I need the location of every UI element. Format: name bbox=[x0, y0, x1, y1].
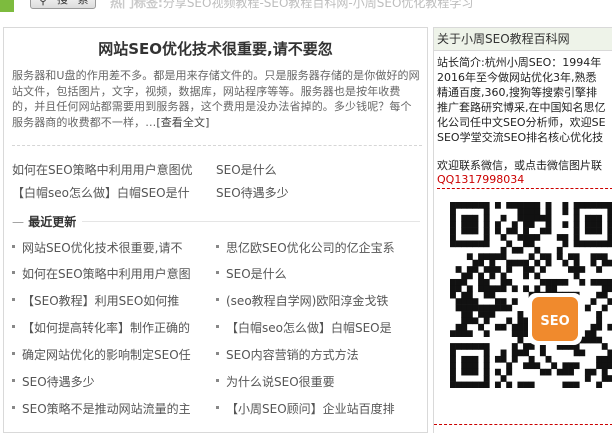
bullet-icon bbox=[216, 298, 219, 301]
divider bbox=[12, 145, 422, 146]
list-item-label: 【白帽seo怎么做】白帽SEO是 bbox=[226, 321, 392, 335]
list-item-label: 【SEO教程】利用SEO如何推 bbox=[22, 294, 180, 308]
recent-updates-title: 最近更新 bbox=[28, 215, 77, 229]
related-link[interactable]: SEO待遇多少 bbox=[216, 184, 289, 201]
heading-dash: — bbox=[12, 215, 24, 229]
bullet-icon bbox=[216, 379, 219, 382]
sidebar-title: 关于小周SEO教程百科网 bbox=[434, 27, 612, 51]
intro-line: 精通百度,360,搜狗等搜索引擎排 bbox=[437, 86, 597, 99]
wechat-qr-code[interactable]: SEO bbox=[450, 202, 612, 389]
list-item-label: 【小周SEO顾问】企业站百度排 bbox=[226, 402, 395, 416]
search-button-label: 搜 索 bbox=[57, 0, 92, 8]
author-intro: 站长简介:杭州小周SEO：1994年 2016年至今做网站优化3年,熟悉 精通百… bbox=[437, 55, 612, 145]
list-item-label: SEO内容营销的方式方法 bbox=[226, 348, 359, 362]
article-excerpt-text: 服务器和U盘的作用差不多。都是用来存储文件的。只是服务器存储的是你做好的网站文件… bbox=[12, 69, 420, 129]
top-search-bar: ⚲ 搜 索 热门标签:分享SEO视频教程-SEO教程百科网-小周SEO优化教程学… bbox=[0, 0, 612, 12]
divider bbox=[434, 424, 612, 425]
intro-line: SEO学堂交流SEO排名核心优化技 bbox=[437, 131, 604, 144]
bullet-icon bbox=[12, 271, 15, 274]
intro-line: 推广套路研究博采,在中国知名思亿 bbox=[437, 101, 606, 114]
list-item-label: 思亿欧SEO优化公司的亿企宝系 bbox=[226, 241, 395, 255]
bullet-icon bbox=[12, 325, 15, 328]
hot-tags-text[interactable]: 分享SEO视频教程-SEO教程百科网-小周SEO优化教程学习 bbox=[163, 0, 474, 10]
list-item[interactable]: 网站SEO优化技术很重要,请不 bbox=[12, 239, 208, 256]
list-item[interactable]: 确定网站优化的影响制定SEO任 bbox=[12, 346, 208, 363]
bullet-icon bbox=[12, 298, 15, 301]
list-item[interactable]: 为什么说SEO很重要 bbox=[216, 373, 422, 390]
list-item-label: SEO是什么 bbox=[226, 267, 287, 281]
article-title[interactable]: 网站SEO优化技术很重要,请不要忽 bbox=[4, 38, 427, 59]
heading-rule bbox=[82, 221, 420, 222]
seo-logo-icon: SEO bbox=[528, 293, 582, 345]
bullet-icon bbox=[216, 352, 219, 355]
list-item[interactable]: 【SEO教程】利用SEO如何推 bbox=[12, 292, 208, 309]
list-item-label: 如何在SEO策略中利用用户意图 bbox=[22, 267, 191, 281]
related-link[interactable]: 如何在SEO策略中利用用户意图优 bbox=[12, 161, 193, 178]
article-excerpt: 服务器和U盘的作用差不多。都是用来存储文件的。只是服务器存储的是你做好的网站文件… bbox=[12, 68, 422, 130]
bullet-icon bbox=[216, 271, 219, 274]
list-item-label: 网站SEO优化技术很重要,请不 bbox=[22, 241, 183, 255]
list-item[interactable]: SEO是什么 bbox=[216, 265, 422, 282]
list-item-label: 确定网站优化的影响制定SEO任 bbox=[22, 348, 191, 362]
list-item-label: (seo教程自学网)欧阳淳金戈铁 bbox=[226, 294, 389, 308]
bullet-icon bbox=[216, 325, 219, 328]
related-link[interactable]: 【白帽seo怎么做】白帽SEO是什 bbox=[12, 184, 190, 201]
list-item[interactable]: SEO内容营销的方式方法 bbox=[216, 346, 422, 363]
list-item[interactable]: (seo教程自学网)欧阳淳金戈铁 bbox=[216, 292, 422, 309]
bullet-icon bbox=[12, 245, 15, 248]
list-item[interactable]: SEO策略不是推动网站流量的主 bbox=[12, 400, 208, 417]
list-item-label: SEO待遇多少 bbox=[22, 375, 95, 389]
list-item-label: SEO策略不是推动网站流量的主 bbox=[22, 402, 191, 416]
bullet-icon bbox=[12, 379, 15, 382]
list-item[interactable]: 【如何提高转化率】制作正确的 bbox=[12, 319, 208, 336]
list-item-label: 为什么说SEO很重要 bbox=[226, 375, 335, 389]
list-item[interactable]: 【白帽seo怎么做】白帽SEO是 bbox=[216, 319, 422, 336]
list-item[interactable]: 【小周SEO顾问】企业站百度排 bbox=[216, 400, 422, 417]
list-item[interactable]: 如何在SEO策略中利用用户意图 bbox=[12, 265, 208, 282]
bullet-icon bbox=[12, 352, 15, 355]
qq-number-link[interactable]: QQ1317998034 bbox=[437, 173, 612, 189]
list-item-label: 【如何提高转化率】制作正确的 bbox=[22, 321, 191, 335]
list-item[interactable]: SEO待遇多少 bbox=[12, 373, 208, 390]
qr-code-image: SEO bbox=[450, 202, 612, 389]
intro-line: 化公司任中文SEO分析师，欢迎SE bbox=[437, 116, 606, 129]
intro-line: 站长简介:杭州小周SEO：1994年 bbox=[437, 56, 602, 69]
search-icon: ⚲ bbox=[39, 0, 48, 7]
search-input-edge[interactable] bbox=[0, 0, 14, 12]
hot-tags-label: 热门标签: bbox=[110, 0, 163, 10]
recent-updates-heading: — 最近更新 bbox=[12, 213, 76, 230]
read-more-link[interactable]: [查看全文] bbox=[156, 116, 209, 129]
related-link[interactable]: SEO是什么 bbox=[216, 161, 277, 178]
svg-text:SEO: SEO bbox=[540, 314, 569, 329]
list-item[interactable]: 思亿欧SEO优化公司的亿企宝系 bbox=[216, 239, 422, 256]
intro-line: 2016年至今做网站优化3年,熟悉 bbox=[437, 71, 597, 84]
contact-text: 欢迎联系微信，或点击微信图片联 bbox=[437, 159, 602, 172]
hot-tags: 热门标签:分享SEO视频教程-SEO教程百科网-小周SEO优化教程学习 bbox=[110, 0, 473, 11]
main-column: 网站SEO优化技术很重要,请不要忽 服务器和U盘的作用差不多。都是用来存储文件的… bbox=[3, 27, 428, 433]
search-button[interactable]: ⚲ 搜 索 bbox=[30, 0, 96, 9]
bullet-icon bbox=[216, 245, 219, 248]
bullet-icon bbox=[216, 406, 219, 409]
bullet-icon bbox=[12, 406, 15, 409]
sidebar: 关于小周SEO教程百科网 站长简介:杭州小周SEO：1994年 2016年至今做… bbox=[433, 27, 612, 433]
